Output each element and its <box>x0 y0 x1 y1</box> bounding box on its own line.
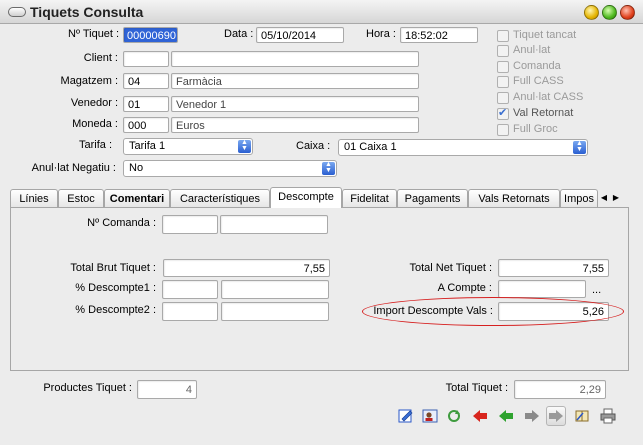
flag-label: Full CASS <box>513 75 564 87</box>
select-arrows-icon: ▲ ▼ <box>573 140 586 154</box>
net-total-label: Total Net Tiquet : <box>409 262 492 274</box>
client-name-field <box>171 51 419 67</box>
arrow-right-gray-icon[interactable] <box>522 406 542 426</box>
highlight-ellipse <box>362 297 624 326</box>
ticket-number-field[interactable]: 00000690 <box>123 27 178 43</box>
ticket-total-field: 2,29 <box>514 380 606 399</box>
ticket-total-label: Total Tiquet : <box>445 382 508 394</box>
tab-returned-vouchers[interactable]: Vals Retornats <box>468 189 560 207</box>
cash-label: Caixa : <box>296 140 331 152</box>
annulled-select[interactable]: No ▲ ▼ <box>123 160 337 177</box>
deposit-field[interactable] <box>498 280 586 298</box>
store-label: Magatzem : <box>60 75 118 87</box>
checkbox[interactable] <box>497 124 509 136</box>
order-number-field[interactable] <box>162 215 218 234</box>
hour-label: Hora : <box>366 28 396 40</box>
checkbox[interactable] <box>497 45 509 57</box>
store-code-field[interactable]: 04 <box>123 73 169 89</box>
tab-discount[interactable]: Descompte <box>270 187 342 208</box>
select-arrows-icon: ▲ ▼ <box>322 161 335 175</box>
contact-card-icon[interactable] <box>420 406 440 426</box>
zoom-button[interactable] <box>602 5 617 20</box>
currency-name-field: Euros <box>171 117 419 133</box>
close-button[interactable] <box>620 5 635 20</box>
flag-label: Tiquet tancat <box>513 29 577 41</box>
flag-label: Full Groc <box>513 123 558 135</box>
tab-loyalty[interactable]: Fidelitat <box>342 189 397 207</box>
cash-select[interactable]: 01 Caixa 1 ▲ ▼ <box>338 139 588 156</box>
rate-select-value: Tarifa 1 <box>129 140 166 152</box>
cash-select-value: 01 Caixa 1 <box>344 141 397 153</box>
flag-label: Comanda <box>513 60 561 72</box>
checkbox[interactable] <box>497 30 509 42</box>
tab-stock[interactable]: Estoc <box>58 189 104 207</box>
gross-total-field[interactable]: 7,55 <box>163 259 330 277</box>
checkbox[interactable] <box>497 61 509 73</box>
date-field[interactable]: 05/10/2014 <box>256 27 344 43</box>
flag-label: Val Retornat <box>513 107 574 119</box>
tab-scroll-left-icon[interactable]: ◀ <box>598 191 610 205</box>
tab-taxes[interactable]: Impos <box>560 189 598 207</box>
order-detail-field[interactable] <box>220 215 328 234</box>
refresh-icon[interactable] <box>444 406 464 426</box>
gross-total-label: Total Brut Tiquet : <box>70 262 156 274</box>
select-arrows-icon: ▲ ▼ <box>238 139 251 153</box>
arrow-left-red-icon[interactable] <box>470 406 490 426</box>
rate-label: Tarifa : <box>78 139 112 151</box>
checkbox-checked[interactable] <box>497 106 509 120</box>
discount2-label: % Descompte2 : <box>75 304 156 316</box>
tab-lines[interactable]: Línies <box>10 189 58 207</box>
products-label: Productes Tiquet : <box>43 382 132 394</box>
store-name-field: Farmàcia <box>171 73 419 89</box>
edit-icon[interactable] <box>396 406 416 426</box>
window-title: Tiquets Consulta <box>30 4 144 20</box>
discount1-percent-field[interactable] <box>162 280 218 299</box>
flag-label: Anul·lat <box>513 44 551 56</box>
annulled-label: Anul·lat Negatiu : <box>31 162 116 174</box>
printer-icon[interactable] <box>598 406 618 426</box>
discount2-percent-field[interactable] <box>162 302 218 321</box>
notebook-icon[interactable] <box>572 406 592 426</box>
tab-comment[interactable]: Comentari <box>104 189 170 207</box>
ticket-label: Nº Tiquet : <box>68 28 120 40</box>
deposit-label: A Compte : <box>437 282 492 294</box>
products-count-field: 4 <box>137 380 197 399</box>
flag-label: Anul·lat CASS <box>513 91 584 103</box>
arrow-left-green-icon[interactable] <box>496 406 516 426</box>
client-code-field[interactable] <box>123 51 169 67</box>
order-number-label: Nº Comanda : <box>87 217 156 229</box>
tab-payments[interactable]: Pagaments <box>397 189 468 207</box>
currency-label: Moneda : <box>72 118 118 130</box>
minimize-button[interactable] <box>584 5 599 20</box>
arrow-right-pressed-icon[interactable] <box>546 406 566 426</box>
hour-field[interactable]: 18:52:02 <box>400 27 478 43</box>
date-label: Data : <box>224 28 254 40</box>
client-label: Client : <box>83 52 118 64</box>
discount1-label: % Descompte1 : <box>75 282 156 294</box>
annulled-select-value: No <box>129 162 144 174</box>
net-total-field[interactable]: 7,55 <box>498 259 609 277</box>
deposit-more-button[interactable]: ... <box>592 284 601 296</box>
rate-select[interactable]: Tarifa 1 ▲ ▼ <box>123 138 253 155</box>
checkbox[interactable] <box>497 76 509 88</box>
tab-characteristics[interactable]: Característiques <box>170 189 270 207</box>
tab-scroll-right-icon[interactable]: ▶ <box>610 191 622 205</box>
window-toolbar-toggle-icon[interactable] <box>8 7 26 17</box>
seller-name-field: Venedor 1 <box>171 96 419 112</box>
seller-label: Venedor : <box>70 97 118 109</box>
discount2-amount-field[interactable] <box>221 302 329 321</box>
seller-code-field[interactable]: 01 <box>123 96 169 112</box>
discount1-amount-field[interactable] <box>221 280 329 299</box>
currency-code-field[interactable]: 000 <box>123 117 169 133</box>
checkbox[interactable] <box>497 92 509 104</box>
